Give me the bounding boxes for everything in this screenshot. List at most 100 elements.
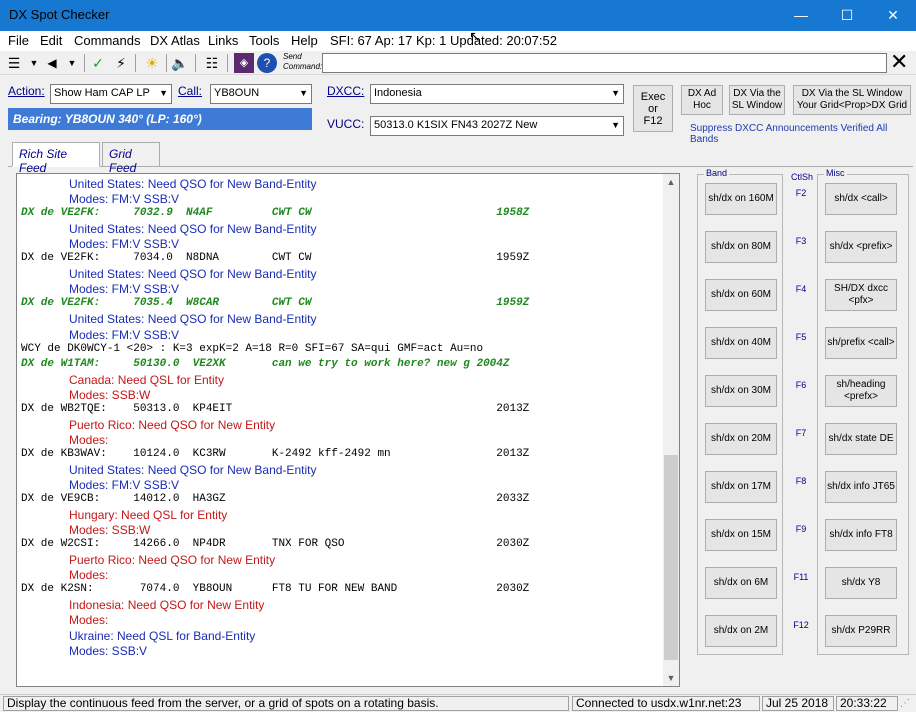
feed-spot-line: DX de WB2TQE: 50313.0 KP4EIT 2013Z xyxy=(21,403,530,415)
menu-help[interactable]: Help xyxy=(291,33,318,48)
fkey-label-f12: F12 xyxy=(793,620,809,630)
connection-status: Connected to usdx.w1nr.net:23 xyxy=(572,696,760,711)
vucc-select[interactable]: 50313.0 K1SIX FN43 2027Z New ▼ xyxy=(370,116,624,136)
misc-button-7[interactable]: sh/dx info JT65 xyxy=(825,471,897,503)
scrollbar-thumb[interactable] xyxy=(664,455,678,660)
maximize-button[interactable]: ☐ xyxy=(824,0,870,31)
sun-icon[interactable]: ☀ xyxy=(142,53,162,73)
action-select[interactable]: Show Ham CAP LP ▼ xyxy=(50,84,172,104)
band-button-80m[interactable]: sh/dx on 80M xyxy=(705,231,777,263)
misc-button-4[interactable]: sh/prefix <call> xyxy=(825,327,897,359)
send-command-input[interactable] xyxy=(322,53,887,73)
fkey-label-f6: F6 xyxy=(795,380,807,390)
suppress-dxcc-link[interactable]: Suppress DXCC Announcements Verified All… xyxy=(690,123,916,145)
band-button-60m[interactable]: sh/dx on 60M xyxy=(705,279,777,311)
fkey-label-f7: F7 xyxy=(795,428,807,438)
misc-button-6[interactable]: sh/dx state DE xyxy=(825,423,897,455)
band-button-160m[interactable]: sh/dx on 160M xyxy=(705,183,777,215)
misc-button-8[interactable]: sh/dx info FT8 xyxy=(825,519,897,551)
misc-button-1[interactable]: sh/dx <call> xyxy=(825,183,897,215)
exec-button[interactable]: Exec or F12 xyxy=(633,85,673,132)
solar-info: SFI: 67 Ap: 17 Kp: 1 Updated: 20:07:52 xyxy=(330,33,557,48)
band-button-40m[interactable]: sh/dx on 40M xyxy=(705,327,777,359)
band-button-15m[interactable]: sh/dx on 15M xyxy=(705,519,777,551)
chevron-down-icon: ▼ xyxy=(159,88,168,98)
misc-button-3[interactable]: SH/DX dxcc <pfx> xyxy=(825,279,897,311)
fkey-label-f3: F3 xyxy=(795,236,807,246)
menu-links[interactable]: Links xyxy=(208,33,238,48)
fkey-label-f2: F2 xyxy=(795,188,807,198)
tab-grid-feed[interactable]: Grid Feed xyxy=(102,142,160,175)
fkey-label-f5: F5 xyxy=(795,332,807,342)
speaker-icon[interactable]: 🔈 xyxy=(170,53,190,73)
feed-info-line: Modes: FM:V SSB:V xyxy=(69,478,180,492)
minimize-button[interactable]: — xyxy=(778,0,824,31)
feed-info-line: United States: Need QSO for New Band-Ent… xyxy=(69,267,317,281)
menu-commands[interactable]: Commands xyxy=(74,33,140,48)
list-icon[interactable]: ☷ xyxy=(202,53,222,73)
tab-rich-site-feed[interactable]: Rich Site Feed xyxy=(12,142,100,175)
feed-spot-line: DX de VE2FK: 7032.9 N4AF CWT CW 1958Z xyxy=(21,207,530,219)
menu-dx-atlas[interactable]: DX Atlas xyxy=(150,33,200,48)
status-date: Jul 25 2018 xyxy=(762,696,834,711)
feed-info-line: Modes: xyxy=(69,613,109,627)
dx-via-sl-grid-button[interactable]: DX Via the SL Window Your Grid<Prop>DX G… xyxy=(793,85,911,115)
toolbar-separator xyxy=(227,54,228,72)
resize-grip-icon[interactable]: ⋰ xyxy=(900,698,910,709)
toolbar-separator xyxy=(84,54,85,72)
feed-info-line: United States: Need QSO for New Band-Ent… xyxy=(69,463,317,477)
radio-tower-icon[interactable]: ☰ xyxy=(4,53,24,73)
feed-info-line: Modes: SSB:W xyxy=(69,388,151,402)
window-title: DX Spot Checker xyxy=(9,7,110,22)
chevron-down-icon: ▼ xyxy=(611,88,620,98)
feed-spot-line: DX de W1TAM: 50130.0 VE2XK can we try to… xyxy=(21,358,510,370)
feed-spot-line: DX de VE2FK: 7035.4 W8CAR CWT CW 1959Z xyxy=(21,297,530,309)
call-label: Call: xyxy=(178,84,203,98)
check-icon[interactable]: ✓ xyxy=(88,53,108,73)
band-button-20m[interactable]: sh/dx on 20M xyxy=(705,423,777,455)
fkey-label-f4: F4 xyxy=(795,284,807,294)
feed-info-line: United States: Need QSO for New Band-Ent… xyxy=(69,222,317,236)
help-icon[interactable]: ? xyxy=(257,53,277,73)
band-button-2m[interactable]: sh/dx on 2M xyxy=(705,615,777,647)
menu-tools[interactable]: Tools xyxy=(249,33,279,48)
dx-via-sl-window-button[interactable]: DX Via the SL Window xyxy=(729,85,785,115)
magic-wand-icon[interactable]: ⚡ xyxy=(111,53,131,73)
scroll-up-arrow-icon[interactable]: ▲ xyxy=(663,174,679,190)
feed-info-line: Puerto Rico: Need QSO for New Entity xyxy=(69,418,276,432)
clear-command-icon[interactable]: ✕ xyxy=(890,50,908,74)
ctlsh-label: CtlSh xyxy=(789,172,816,182)
scroll-down-arrow-icon[interactable]: ▼ xyxy=(663,670,679,686)
back-dropdown-icon[interactable]: ▼ xyxy=(62,53,82,73)
band-button-30m[interactable]: sh/dx on 30M xyxy=(705,375,777,407)
misc-button-10[interactable]: sh/dx P29RR xyxy=(825,615,897,647)
feed-spot-line: DX de KB3WAV: 10124.0 KC3RW K-2492 kff-2… xyxy=(21,448,530,460)
toolbar-separator xyxy=(195,54,196,72)
status-time: 20:33:22 xyxy=(836,696,898,711)
misc-button-9[interactable]: sh/dx Y8 xyxy=(825,567,897,599)
back-arrow-icon[interactable]: ◀ xyxy=(42,53,62,73)
band-group-label: Band xyxy=(704,168,730,178)
menu-edit[interactable]: Edit xyxy=(40,33,62,48)
feed-spot-line: DX de VE2FK: 7034.0 N8DNA CWT CW 1959Z xyxy=(21,252,530,264)
feed-info-line: Indonesia: Need QSO for New Entity xyxy=(69,598,265,612)
band-button-17m[interactable]: sh/dx on 17M xyxy=(705,471,777,503)
close-window-button[interactable]: ✕ xyxy=(870,0,916,31)
feed-info-line: Modes: xyxy=(69,433,109,447)
dxcc-select[interactable]: Indonesia ▼ xyxy=(370,84,624,104)
feed-info-line: Modes: SSB:W xyxy=(69,523,151,537)
misc-button-5[interactable]: sh/heading <prefx> xyxy=(825,375,897,407)
book-icon[interactable]: ◈ xyxy=(234,53,254,73)
misc-button-2[interactable]: sh/dx <prefix> xyxy=(825,231,897,263)
dx-ad-hoc-button[interactable]: DX Ad Hoc xyxy=(681,85,723,115)
feed-info-line: Modes: FM:V SSB:V xyxy=(69,192,180,206)
band-button-6m[interactable]: sh/dx on 6M xyxy=(705,567,777,599)
menu-file[interactable]: File xyxy=(8,33,29,48)
feed-spot-line: DX de VE9CB: 14012.0 HA3GZ 2033Z xyxy=(21,493,530,505)
feed-info-line: United States: Need QSO for New Band-Ent… xyxy=(69,177,317,191)
dropdown-arrow-icon[interactable]: ▼ xyxy=(24,53,44,73)
call-select[interactable]: YB8OUN ▼ xyxy=(210,84,312,104)
fkey-label-f9: F9 xyxy=(795,524,807,534)
feed-info-line: Ukraine: Need QSL for Band-Entity xyxy=(69,629,256,643)
feed-spot-line: DX de K2SN: 7074.0 YB8OUN FT8 TU FOR NEW… xyxy=(21,583,530,595)
